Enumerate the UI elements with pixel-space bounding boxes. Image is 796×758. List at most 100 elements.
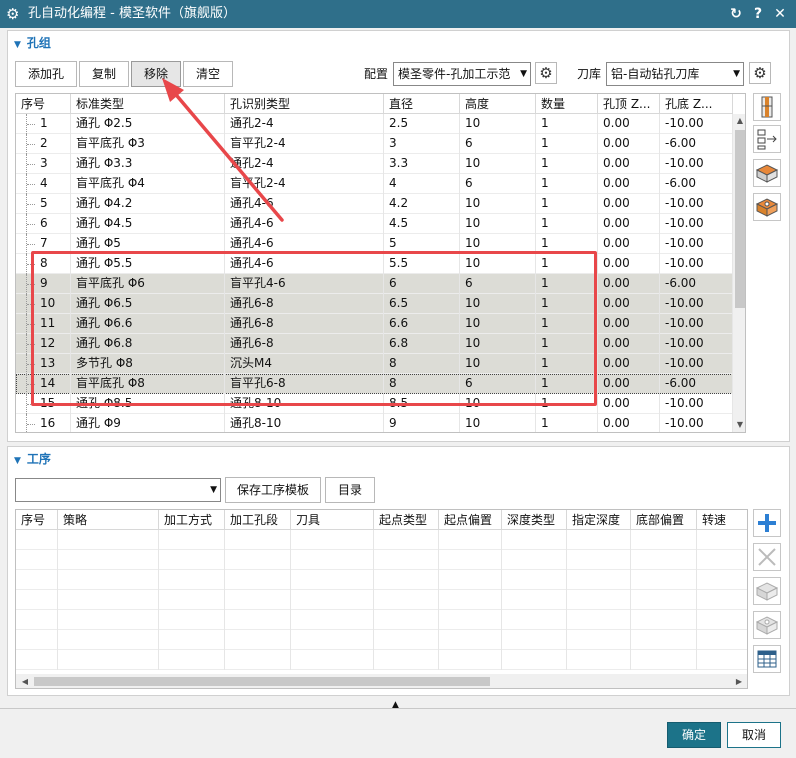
body-select-icon[interactable]	[753, 193, 781, 221]
toollib-select[interactable]: 铝-自动钻孔刀库 ▼	[606, 62, 744, 86]
operation-cell	[502, 550, 567, 570]
hole-col-header[interactable]: 孔底 Z...	[660, 94, 733, 114]
operation-header[interactable]: ▼ 工序	[14, 449, 51, 469]
reset-icon[interactable]: ↻	[726, 4, 746, 24]
face-select-icon[interactable]	[753, 159, 781, 187]
table-cell-box: 1	[536, 154, 598, 174]
hscroll-thumb[interactable]	[34, 677, 490, 686]
face-op-icon[interactable]	[753, 577, 781, 605]
operation-cell	[159, 530, 225, 550]
operation-cell	[697, 610, 747, 630]
table-row[interactable]: 16 通孔 Φ9 通孔8-10 9 10 1 0.00 -10.00	[16, 414, 733, 432]
help-icon[interactable]: ?	[748, 4, 768, 24]
table-cell-box: 4	[16, 174, 71, 194]
table-row[interactable]: 6 通孔 Φ4.5 通孔4-6 4.5 10 1 0.00 -10.00	[16, 214, 733, 234]
operation-col-header[interactable]: 起点偏置	[439, 510, 502, 530]
config-label: 配置	[364, 67, 389, 81]
hole-col-header[interactable]: 直径	[384, 94, 460, 114]
config-settings-icon[interactable]: ⚙	[535, 62, 557, 84]
operation-cell	[439, 650, 502, 670]
config-select[interactable]: 模圣零件-孔加工示范 ▼	[393, 62, 531, 86]
add-hole-button[interactable]: 添加孔	[15, 61, 77, 87]
table-cell-box: 4.2	[384, 194, 460, 214]
operation-col-header[interactable]: 转速	[697, 510, 747, 530]
table-cell-box: 3.3	[384, 154, 460, 174]
scroll-thumb[interactable]	[735, 130, 745, 308]
table-cell: 0.00	[603, 296, 630, 310]
table-row[interactable]: 5 通孔 Φ4.2 通孔4-6 4.2 10 1 0.00 -10.00	[16, 194, 733, 214]
table-cell: 1	[40, 116, 48, 130]
table-cell: 4.5	[389, 216, 409, 230]
table-icon[interactable]	[753, 645, 781, 673]
table-cell-box: 通孔 Φ9	[71, 414, 225, 432]
cancel-button[interactable]: 取消	[727, 722, 781, 748]
ok-button[interactable]: 确定	[667, 722, 721, 748]
delete-icon[interactable]	[753, 543, 781, 571]
table-cell: 1	[541, 216, 549, 230]
table-cell: 3	[40, 156, 48, 170]
close-icon[interactable]: ✕	[770, 4, 790, 24]
table-cell: 4.2	[389, 196, 409, 210]
hole-col-header[interactable]: 孔顶 Z...	[598, 94, 660, 114]
table-cell: -10.00	[665, 116, 704, 130]
hole-col-header[interactable]: 序号	[16, 94, 71, 114]
table-cell: -10.00	[665, 216, 704, 230]
operation-cell	[58, 570, 159, 590]
operation-hscrollbar[interactable]: ◀ ▶	[16, 674, 747, 688]
operation-col-header[interactable]: 策略	[58, 510, 159, 530]
operation-col-header[interactable]: 刀具	[291, 510, 374, 530]
operation-cell	[439, 550, 502, 570]
catalog-button[interactable]: 目录	[325, 477, 375, 503]
scroll-left-icon[interactable]: ◀	[18, 677, 32, 686]
operation-empty-row	[16, 650, 747, 670]
table-cell: 通孔 Φ9	[76, 416, 121, 430]
operation-cell	[58, 590, 159, 610]
table-cell-box: 3	[16, 154, 71, 174]
operation-col-header[interactable]: 起点类型	[374, 510, 439, 530]
copy-button[interactable]: 复制	[79, 61, 129, 87]
hole-col-header[interactable]: 高度	[460, 94, 536, 114]
table-row[interactable]: 3 通孔 Φ3.3 通孔2-4 3.3 10 1 0.00 -10.00	[16, 154, 733, 174]
operation-col-header[interactable]: 加工方式	[159, 510, 225, 530]
toollib-settings-icon[interactable]: ⚙	[749, 62, 771, 84]
hole-col-header[interactable]: 数量	[536, 94, 598, 114]
operation-col-header[interactable]: 指定深度	[567, 510, 631, 530]
scroll-right-icon[interactable]: ▶	[732, 677, 746, 686]
operation-cell	[567, 550, 631, 570]
table-row[interactable]: 2 盲平底孔 Φ3 盲平孔2-4 3 6 1 0.00 -6.00	[16, 134, 733, 154]
table-cell: -10.00	[665, 256, 704, 270]
operation-col-header[interactable]: 加工孔段	[225, 510, 291, 530]
operation-col-header[interactable]: 底部偏置	[631, 510, 697, 530]
table-cell-box: 16	[16, 414, 71, 432]
operation-cell	[439, 590, 502, 610]
list-export-icon[interactable]	[753, 125, 781, 153]
operation-cell	[291, 630, 374, 650]
table-cell-box: -10.00	[660, 414, 733, 432]
operation-cell	[631, 530, 697, 550]
operation-col-header[interactable]: 序号	[16, 510, 58, 530]
add-icon[interactable]	[753, 509, 781, 537]
table-cell: -6.00	[665, 176, 697, 190]
scroll-up-icon[interactable]: ▲	[733, 116, 745, 125]
table-cell: 7	[40, 236, 48, 250]
operation-cell	[631, 570, 697, 590]
table-row[interactable]: 1 通孔 Φ2.5 通孔2-4 2.5 10 1 0.00 -10.00	[16, 114, 733, 134]
table-cell: 10	[465, 216, 481, 230]
hole-table-scrollbar[interactable]: ▲ ▼	[733, 114, 745, 432]
table-cell-box: 0.00	[598, 254, 660, 274]
operation-table[interactable]: 序号 策略 加工方式 加工孔段 刀具 起点类型 起点偏置 深度类型 指定深度 底部偏置 转速 ◀ ▶	[15, 509, 748, 689]
hole-group-header[interactable]: ▼ 孔组	[14, 33, 51, 53]
table-cell: 0.00	[603, 116, 630, 130]
operation-cell	[291, 650, 374, 670]
body-op-icon[interactable]	[753, 611, 781, 639]
table-cell-box: 10	[460, 114, 536, 134]
operation-col-header[interactable]: 深度类型	[502, 510, 567, 530]
operation-cell	[225, 570, 291, 590]
annotation-arrow	[162, 78, 284, 222]
table-cell: -10.00	[665, 356, 704, 370]
save-template-button[interactable]: 保存工序模板	[225, 477, 321, 503]
scroll-down-icon[interactable]: ▼	[733, 420, 745, 429]
hole-feature-icon[interactable]	[753, 93, 781, 121]
table-row[interactable]: 4 盲平底孔 Φ4 盲平孔2-4 4 6 1 0.00 -6.00	[16, 174, 733, 194]
operation-template-select[interactable]: ▼	[15, 478, 221, 502]
